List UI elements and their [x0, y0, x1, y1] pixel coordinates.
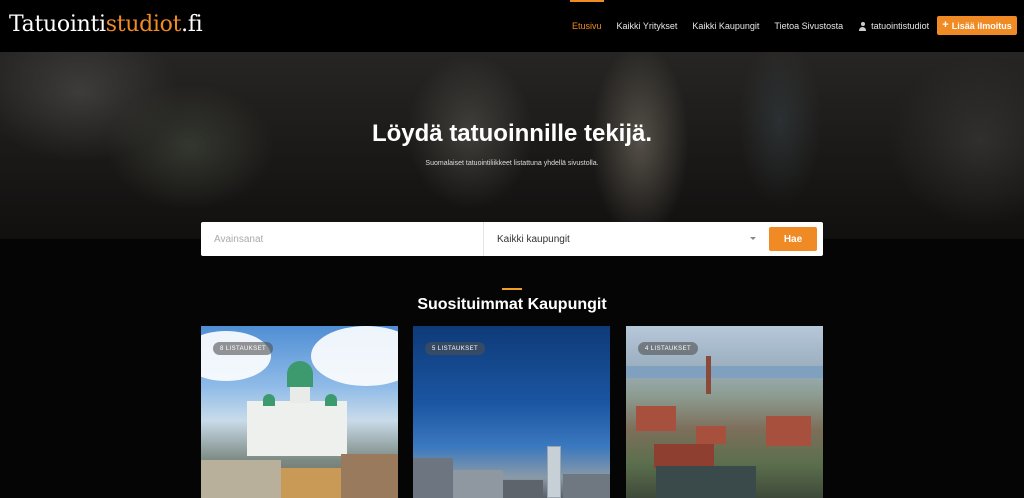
- caret-down-icon: [750, 237, 756, 240]
- building-shape: [696, 426, 726, 444]
- nav-item-tietoa-sivustosta[interactable]: Tietoa Sivustosta: [774, 0, 843, 52]
- building-shape: [766, 416, 811, 446]
- add-listing-label: Lisää ilmoitus: [951, 20, 1012, 31]
- building-shape: [341, 454, 398, 498]
- keywords-input[interactable]: [201, 222, 484, 256]
- cathedral-shape: [247, 401, 347, 456]
- listing-count-badge: 8 LISTAUKSET: [213, 342, 274, 355]
- listing-count-badge: 4 LISTAUKSET: [638, 342, 699, 355]
- tower-shape: [547, 446, 561, 498]
- logo-text-part2: studiot: [105, 12, 182, 37]
- section-title: Suosituimmat Kaupungit: [417, 296, 607, 313]
- building-shape: [413, 458, 453, 498]
- cathedral-dome-shape: [287, 361, 313, 387]
- logo-text-part1: Tatuointi: [9, 12, 106, 37]
- nav-item-kaikki-yritykset[interactable]: Kaikki Yritykset: [617, 0, 678, 52]
- search-button[interactable]: Hae: [769, 227, 817, 251]
- city-card-1[interactable]: 8 LISTAUKSET: [201, 326, 398, 498]
- water-shape: [656, 466, 756, 498]
- cloud-shape: [311, 326, 398, 386]
- hero-banner: Löydä tatuoinnille tekijä. Suomalaiset t…: [0, 52, 1024, 239]
- building-shape: [563, 474, 610, 498]
- city-card-3[interactable]: 4 LISTAUKSET: [626, 326, 823, 498]
- hero-subtitle: Suomalaiset tatuointiliikkeet listattuna…: [425, 160, 599, 167]
- building-shape: [636, 406, 676, 431]
- cloud-shape: [201, 331, 271, 381]
- nav-item-etusivu[interactable]: Etusivu: [570, 0, 604, 52]
- chimney-shape: [706, 356, 711, 394]
- lake-shape: [626, 366, 823, 378]
- city-select[interactable]: Kaikki kaupungit: [484, 222, 766, 256]
- plus-icon: +: [942, 19, 949, 31]
- small-dome-shape: [263, 394, 275, 406]
- building-shape: [201, 460, 281, 498]
- logo-text-part3: .fi: [181, 12, 203, 37]
- city-select-value: Kaikki kaupungit: [497, 233, 570, 245]
- hero-title: Löydä tatuoinnille tekijä.: [371, 120, 653, 147]
- building-shape: [654, 444, 714, 468]
- add-listing-button[interactable]: + Lisää ilmoitus: [937, 16, 1017, 35]
- listing-count-badge: 5 LISTAUKSET: [425, 342, 486, 355]
- building-shape: [503, 480, 543, 498]
- site-logo[interactable]: Tatuointistudiot.fi: [9, 12, 203, 37]
- user-icon: [858, 21, 867, 31]
- nav-item-kaikki-kaupungit[interactable]: Kaikki Kaupungit: [692, 0, 759, 52]
- main-nav: Etusivu Kaikki Yritykset Kaikki Kaupungi…: [570, 0, 944, 52]
- site-header: Tatuointistudiot.fi Etusivu Kaikki Yrity…: [0, 0, 1024, 52]
- nav-item-user[interactable]: tatuointistudiot: [858, 0, 929, 52]
- small-dome-shape: [325, 394, 337, 406]
- search-bar: Kaikki kaupungit Hae: [201, 222, 823, 256]
- user-label: tatuointistudiot: [871, 21, 930, 31]
- section-divider: [502, 288, 522, 290]
- city-card-2[interactable]: 5 LISTAUKSET: [413, 326, 610, 498]
- building-shape: [281, 468, 341, 498]
- building-shape: [453, 470, 503, 498]
